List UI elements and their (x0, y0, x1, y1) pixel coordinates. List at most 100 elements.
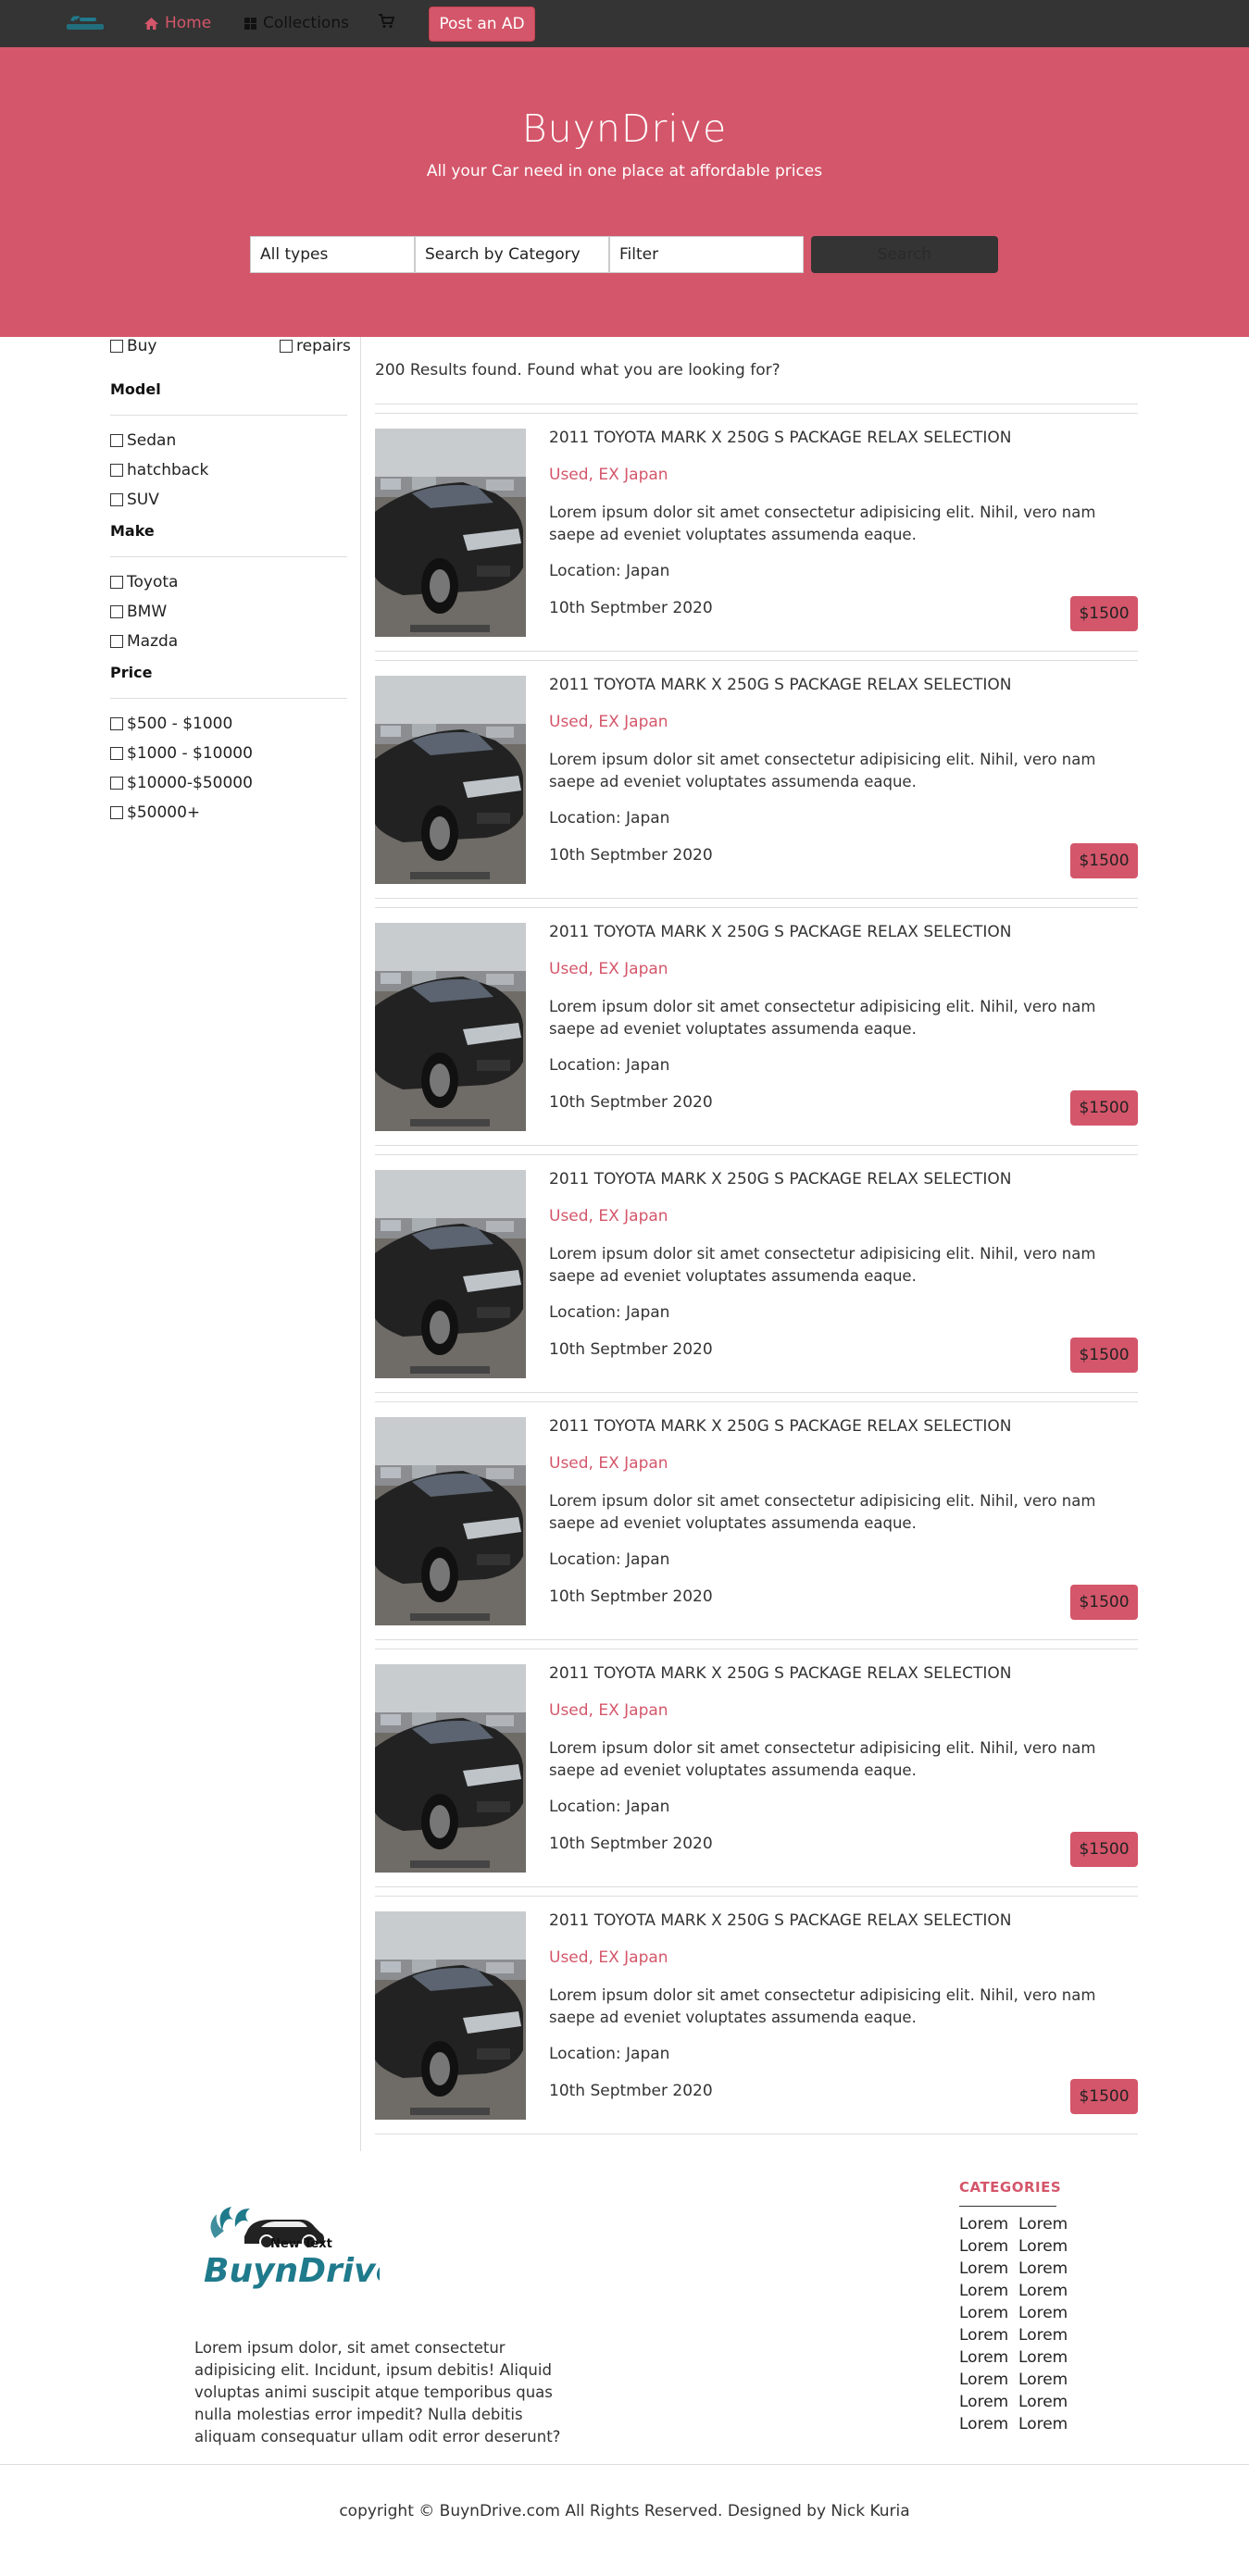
checkbox-model[interactable]: SUV (110, 491, 159, 509)
category-link[interactable]: Lorem Lorem (959, 2282, 1068, 2300)
post-ad-button[interactable]: Post an AD (429, 6, 535, 42)
navbar: Home Collections Post an AD (0, 0, 1249, 47)
hero-banner: BuynDrive All your Car need in one place… (0, 47, 1249, 337)
listing-thumbnail[interactable] (375, 676, 526, 884)
checkbox-label: Sedan (127, 431, 177, 450)
checkbox-price[interactable]: $500 - $1000 (110, 715, 232, 733)
listing-location: Location: Japan (549, 809, 670, 828)
checkbox-icon (110, 434, 123, 447)
filter-select[interactable]: Filter (609, 236, 804, 273)
checkbox-price[interactable]: $10000-$50000 (110, 774, 253, 792)
divider (375, 1639, 1138, 1640)
checkbox-icon (110, 777, 123, 790)
listing-card[interactable]: 2011 TOYOTA MARK X 250G S PACKAGE RELAX … (375, 907, 1138, 1154)
divider (110, 556, 347, 557)
price-heading: Price (110, 664, 153, 681)
listing-thumbnail[interactable] (375, 923, 526, 1131)
listing-date: 10th Septmber 2020 (549, 1093, 713, 1112)
listing-price-button[interactable]: $1500 (1070, 843, 1138, 878)
logo-wordmark: BuynDrive (204, 2252, 380, 2290)
listing-card[interactable]: 2011 TOYOTA MARK X 250G S PACKAGE RELAX … (375, 660, 1138, 907)
listing-thumbnail[interactable] (375, 1417, 526, 1625)
listing-price-button[interactable]: $1500 (1070, 1585, 1138, 1620)
checkbox-label: $50000+ (127, 803, 201, 822)
listing-price-button[interactable]: $1500 (1070, 1090, 1138, 1126)
listing-date: 10th Septmber 2020 (549, 846, 713, 865)
listing-price-button[interactable]: $1500 (1070, 1832, 1138, 1867)
nav-cart-link[interactable] (378, 14, 394, 29)
checkbox-icon (110, 340, 123, 353)
listing-date: 10th Septmber 2020 (549, 1587, 713, 1606)
listing-condition: Used, EX Japan (549, 1454, 668, 1473)
checkbox-label: $500 - $1000 (127, 715, 233, 733)
listing-price-button[interactable]: $1500 (1070, 1338, 1138, 1373)
footer-logo[interactable]: New Text BuynDrive (194, 2194, 380, 2291)
listing-date: 10th Septmber 2020 (549, 1340, 713, 1359)
listing-title[interactable]: 2011 TOYOTA MARK X 250G S PACKAGE RELAX … (549, 1170, 1011, 1188)
listing-title[interactable]: 2011 TOYOTA MARK X 250G S PACKAGE RELAX … (549, 1417, 1011, 1436)
listing-card[interactable]: 2011 TOYOTA MARK X 250G S PACKAGE RELAX … (375, 1896, 1138, 2143)
checkbox-price[interactable]: $50000+ (110, 803, 200, 822)
checkbox-make[interactable]: Mazda (110, 632, 178, 651)
category-link[interactable]: Lorem Lorem (959, 2348, 1068, 2367)
listing-thumbnail[interactable] (375, 1664, 526, 1873)
listing-price-button[interactable]: $1500 (1070, 596, 1138, 631)
listing-title[interactable]: 2011 TOYOTA MARK X 250G S PACKAGE RELAX … (549, 1911, 1011, 1930)
listing-description: Lorem ipsum dolor sit amet consectetur a… (549, 504, 1096, 543)
category-link[interactable]: Lorem Lorem (959, 2215, 1068, 2234)
category-link[interactable]: Lorem Lorem (959, 2259, 1068, 2278)
listing-card[interactable]: 2011 TOYOTA MARK X 250G S PACKAGE RELAX … (375, 1401, 1138, 1649)
car-image (375, 1911, 526, 2120)
checkbox-make[interactable]: Toyota (110, 573, 178, 591)
search-button[interactable]: Search (811, 236, 998, 273)
category-select[interactable]: Search by Category (415, 236, 609, 273)
checkbox-icon (110, 464, 123, 477)
category-link[interactable]: Lorem Lorem (959, 2415, 1068, 2433)
listing-location: Location: Japan (549, 1798, 670, 1816)
checkbox-model[interactable]: hatchback (110, 461, 208, 479)
listing-date: 10th Septmber 2020 (549, 2082, 713, 2100)
listing-description: Lorem ipsum dolor sit amet consectetur a… (549, 1245, 1096, 1285)
type-select[interactable]: All types (250, 236, 415, 273)
checkbox-icon (110, 806, 123, 819)
listing-thumbnail[interactable] (375, 429, 526, 637)
listing-title[interactable]: 2011 TOYOTA MARK X 250G S PACKAGE RELAX … (549, 1664, 1011, 1683)
results-count: 200 Results found. Found what you are lo… (375, 361, 781, 380)
checkbox-icon (110, 576, 123, 589)
category-link[interactable]: Lorem Lorem (959, 2304, 1068, 2322)
listing-card[interactable]: 2011 TOYOTA MARK X 250G S PACKAGE RELAX … (375, 1649, 1138, 1896)
category-link[interactable]: Lorem Lorem (959, 2237, 1068, 2256)
checkbox-model[interactable]: Sedan (110, 431, 176, 450)
car-image (375, 676, 526, 884)
car-image (375, 429, 526, 637)
listing-description: Lorem ipsum dolor sit amet consectetur a… (549, 1492, 1096, 1532)
listing-location: Location: Japan (549, 2045, 670, 2063)
checkbox-repairs[interactable]: repairs (280, 337, 351, 355)
checkbox-buy[interactable]: Buy (110, 337, 157, 355)
listing-card[interactable]: 2011 TOYOTA MARK X 250G S PACKAGE RELAX … (375, 413, 1138, 660)
listing-title[interactable]: 2011 TOYOTA MARK X 250G S PACKAGE RELAX … (549, 429, 1011, 447)
category-link[interactable]: Lorem Lorem (959, 2326, 1068, 2345)
checkbox-make[interactable]: BMW (110, 603, 167, 621)
nav-logo[interactable] (61, 9, 109, 37)
listing-thumbnail[interactable] (375, 1170, 526, 1378)
listing-price-button[interactable]: $1500 (1070, 2079, 1138, 2114)
nav-collections-link[interactable]: Collections (244, 14, 349, 32)
listing-description: Lorem ipsum dolor sit amet consectetur a… (549, 1739, 1096, 1779)
listing-description: Lorem ipsum dolor sit amet consectetur a… (549, 1986, 1096, 2026)
nav-home-link[interactable]: Home (144, 14, 211, 32)
checkbox-icon (110, 635, 123, 648)
checkbox-label: Mazda (127, 632, 179, 651)
nav-home-label: Home (165, 14, 212, 32)
category-link[interactable]: Lorem Lorem (959, 2371, 1068, 2389)
checkbox-price[interactable]: $1000 - $10000 (110, 744, 253, 763)
listing-card[interactable]: 2011 TOYOTA MARK X 250G S PACKAGE RELAX … (375, 1154, 1138, 1401)
listing-thumbnail[interactable] (375, 1911, 526, 2120)
category-link[interactable]: Lorem Lorem (959, 2393, 1068, 2411)
listing-condition: Used, EX Japan (549, 1701, 668, 1720)
listing-title[interactable]: 2011 TOYOTA MARK X 250G S PACKAGE RELAX … (549, 676, 1011, 694)
listing-title[interactable]: 2011 TOYOTA MARK X 250G S PACKAGE RELAX … (549, 923, 1011, 941)
car-image (375, 1664, 526, 1873)
hero-title: BuynDrive (521, 106, 728, 151)
hero-subtitle: All your Car need in one place at afford… (426, 162, 823, 180)
